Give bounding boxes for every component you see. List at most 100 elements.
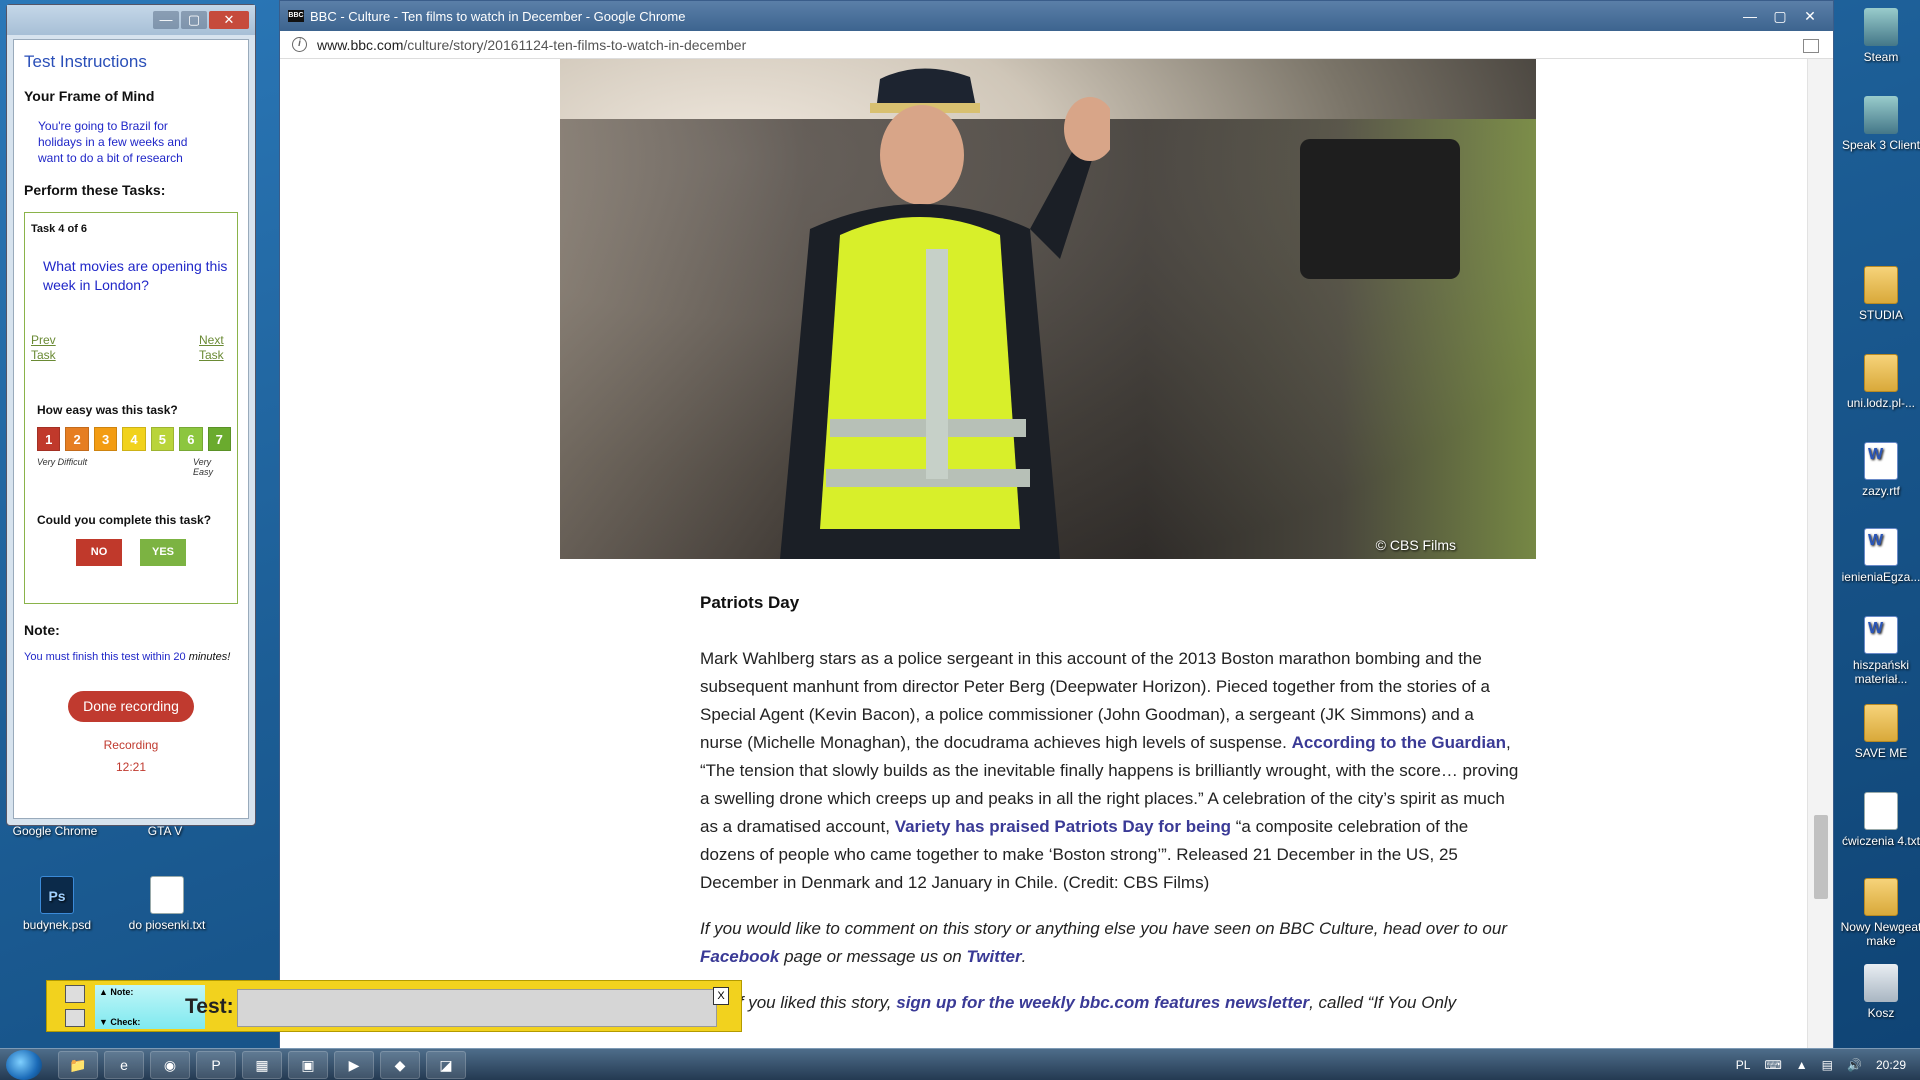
prev-task-link[interactable]: Prev Task: [31, 333, 63, 363]
folder-icon: [1864, 354, 1898, 392]
close-icon[interactable]: ✕: [1799, 8, 1821, 25]
desktop-icon-egzamin[interactable]: ienieniaEgza...: [1836, 528, 1920, 584]
task-navigation: Prev Task Next Task: [31, 333, 231, 363]
extension-icon[interactable]: [1803, 39, 1819, 53]
desktop-icon-cwiczenia[interactable]: ćwiczenia 4.txt: [1836, 792, 1920, 848]
facebook-link[interactable]: Facebook: [700, 947, 779, 966]
photoshop-icon: Ps: [40, 876, 74, 914]
close-note-bar-icon[interactable]: X: [713, 987, 729, 1005]
recycle-bin-icon: [1864, 964, 1898, 1002]
next-task-link[interactable]: Next Task: [199, 333, 231, 363]
paragraph-text: , called “If You Only: [1309, 993, 1457, 1012]
paragraph-text: If you would like to comment on this sto…: [700, 919, 1507, 938]
done-recording-button[interactable]: Done recording: [68, 691, 194, 722]
camera-icon[interactable]: [65, 985, 85, 1003]
rating-1-button[interactable]: 1: [37, 427, 61, 451]
newsletter-link[interactable]: sign up for the weekly bbc.com features …: [896, 993, 1309, 1012]
complete-question: Could you complete this task?: [37, 513, 212, 527]
frame-text: You're going to Brazil for holidays in a…: [38, 119, 188, 165]
powerpoint-icon[interactable]: P: [196, 1051, 236, 1079]
desktop-icon-teamspeak[interactable]: Speak 3 Client: [1836, 96, 1920, 152]
start-button-icon[interactable]: [6, 1050, 42, 1080]
icon-label: Google Chrome: [12, 824, 98, 838]
rating-high-label: Very Easy: [193, 457, 214, 477]
info-icon[interactable]: i: [292, 37, 307, 52]
network-icon[interactable]: ▤: [1822, 1058, 1833, 1072]
player-icon[interactable]: ▶: [334, 1051, 374, 1079]
camera-app-icon[interactable]: ◪: [426, 1051, 466, 1079]
rating-7-button[interactable]: 7: [207, 427, 231, 451]
desktop-icon-txt[interactable]: do piosenki.txt: [122, 876, 212, 932]
url-path: /culture/story/20161124-ten-films-to-wat…: [403, 36, 747, 53]
variety-link[interactable]: Variety has praised Patriots Day for bei…: [895, 817, 1231, 836]
browser-window: BBC BBC - Culture - Ten films to watch i…: [279, 0, 1834, 1049]
word-doc-icon: [1864, 442, 1898, 480]
screenshot-icon[interactable]: [65, 1009, 85, 1027]
address-bar[interactable]: i www.bbc.com/culture/story/20161124-ten…: [280, 31, 1833, 59]
note-text-main: You must finish this test within 20: [24, 651, 186, 663]
minimize-icon[interactable]: —: [153, 11, 179, 29]
rating-labels: Very Difficult Very Easy: [37, 457, 221, 477]
desktop-icon-gta[interactable]: GTA V: [120, 824, 210, 838]
remote-desktop-icon[interactable]: ▣: [288, 1051, 328, 1079]
test-panel: Test Instructions Your Frame of Mind You…: [13, 39, 249, 819]
minimize-icon[interactable]: —: [1739, 8, 1761, 25]
yes-button[interactable]: YES: [140, 539, 186, 566]
keyboard-icon[interactable]: ⌨: [1764, 1058, 1781, 1072]
twitter-link[interactable]: Twitter: [967, 947, 1022, 966]
note-text: You must finish this test within 20 minu…: [24, 650, 238, 665]
recording-label: Recording: [103, 738, 159, 752]
rating-3-button[interactable]: 3: [93, 427, 118, 451]
media-icon[interactable]: ▦: [242, 1051, 282, 1079]
desktop-icon-saveme[interactable]: SAVE ME: [1836, 704, 1920, 760]
text-file-icon: [150, 876, 184, 914]
icon-label: Kosz: [1867, 1006, 1895, 1020]
article-body: Patriots Day Mark Wahlberg stars as a po…: [700, 589, 1520, 1035]
test-input[interactable]: [237, 989, 717, 1027]
maximize-icon[interactable]: ▢: [181, 11, 207, 29]
maximize-icon[interactable]: ▢: [1769, 8, 1791, 25]
desktop-icon-hiszpanski[interactable]: hiszpański materiał...: [1836, 616, 1920, 686]
desktop-icon-rtf[interactable]: zazy.rtf: [1836, 442, 1920, 498]
url-domain: www.bbc.com: [317, 36, 404, 53]
desktop-icon-uni[interactable]: uni.lodz.pl-...: [1836, 354, 1920, 410]
close-icon[interactable]: ✕: [209, 11, 249, 29]
bbc-favicon-icon: BBC: [288, 10, 304, 22]
no-button[interactable]: NO: [76, 539, 122, 566]
recorder-icon[interactable]: ◆: [380, 1051, 420, 1079]
language-indicator[interactable]: PL: [1736, 1058, 1751, 1072]
explorer-icon[interactable]: 📁: [58, 1051, 98, 1079]
chrome-icon[interactable]: ◉: [150, 1051, 190, 1079]
internet-explorer-icon[interactable]: e: [104, 1051, 144, 1079]
teamspeak-icon: [1864, 96, 1898, 134]
icon-label: Speak 3 Client: [1841, 138, 1920, 152]
icon-label: budynek.psd: [22, 918, 92, 932]
rating-5-button[interactable]: 5: [150, 427, 175, 451]
easy-question: How easy was this task?: [37, 403, 178, 417]
guardian-link[interactable]: According to the Guardian: [1292, 733, 1506, 752]
desktop-icon-google-chrome[interactable]: Google Chrome: [10, 824, 100, 838]
icon-label: hiszpański materiał...: [1852, 658, 1910, 686]
test-titlebar: — ▢ ✕: [7, 5, 255, 35]
recording-timer: 12:21: [115, 760, 147, 774]
desktop-icon-studia[interactable]: STUDIA: [1836, 266, 1920, 322]
show-hidden-icon[interactable]: ▲: [1796, 1058, 1808, 1072]
scroll-thumb[interactable]: [1814, 815, 1828, 899]
rating-4-button[interactable]: 4: [122, 427, 146, 451]
volume-icon[interactable]: 🔊: [1847, 1058, 1862, 1072]
desktop-icon-newgeat[interactable]: Nowy Newgeat make: [1836, 878, 1920, 948]
rating-6-button[interactable]: 6: [179, 427, 203, 451]
note-bar: ▲ Note: ▼ Check: Test: X: [46, 980, 742, 1032]
clock[interactable]: 20:29: [1876, 1058, 1906, 1072]
desktop-icon-psd[interactable]: Ps budynek.psd: [12, 876, 102, 932]
icon-label: Nowy Newgeat make: [1840, 920, 1920, 948]
article-photo: © CBS Films: [560, 59, 1536, 559]
icon-label: ienieniaEgza...: [1841, 570, 1920, 584]
newsletter-invite: And if you liked this story, sign up for…: [700, 989, 1520, 1017]
rating-2-button[interactable]: 2: [65, 427, 89, 451]
desktop-icon-recycle-bin[interactable]: Kosz: [1836, 964, 1920, 1020]
desktop-icon-steam[interactable]: Steam: [1836, 8, 1920, 64]
task-question: What movies are opening this week in Lon…: [43, 258, 228, 293]
icon-label: STUDIA: [1858, 308, 1903, 322]
page-scrollbar[interactable]: [1807, 59, 1833, 1049]
